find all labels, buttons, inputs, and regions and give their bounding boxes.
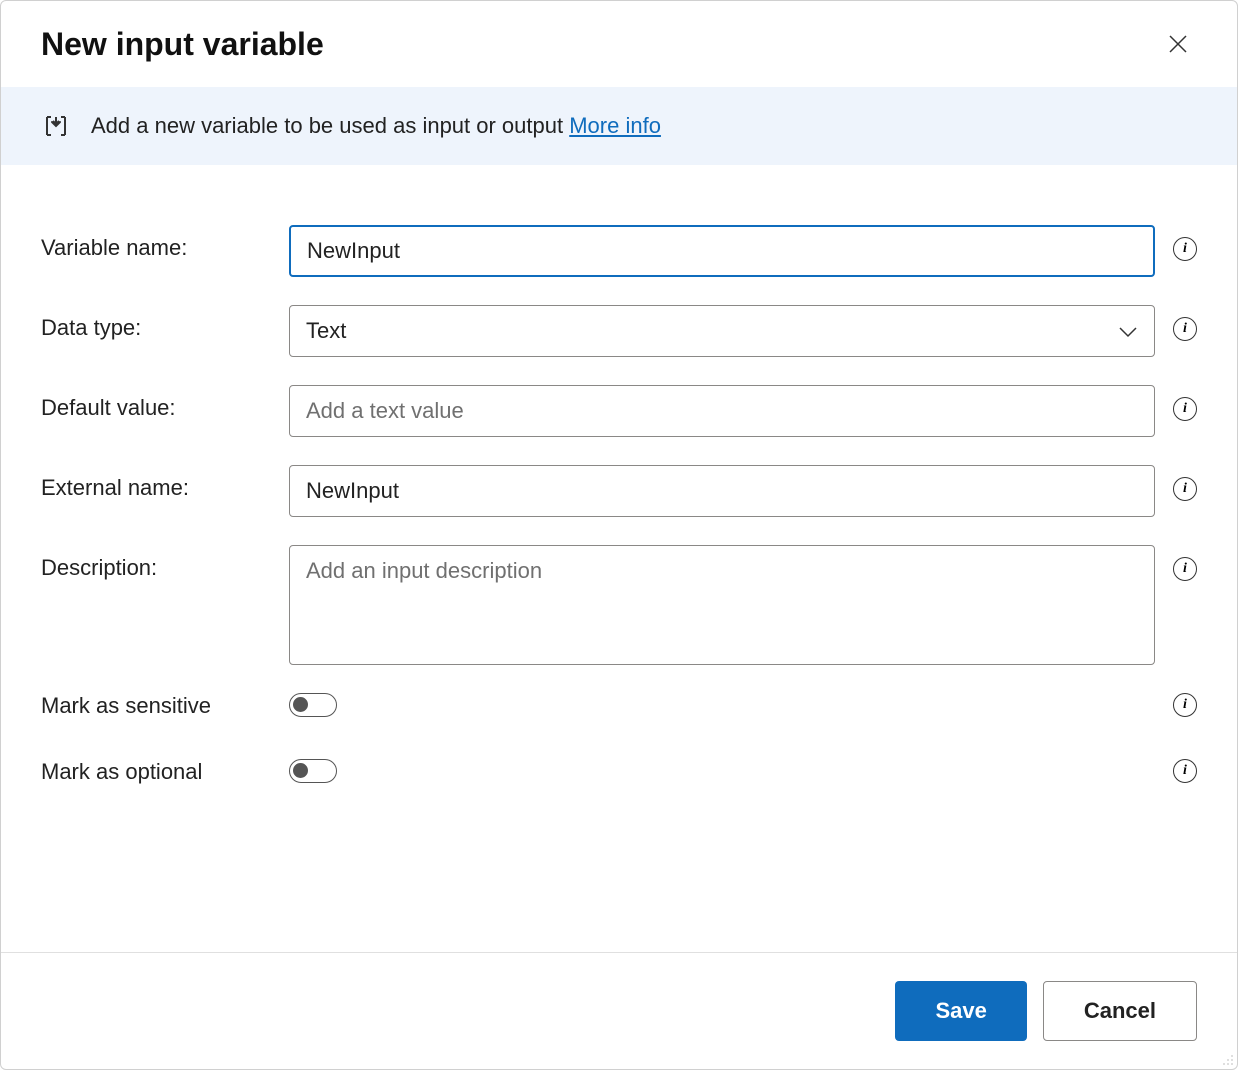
info-banner: Add a new variable to be used as input o… [1, 87, 1237, 165]
label-mark-sensitive: Mark as sensitive [41, 693, 271, 719]
row-default-value: Default value: i [41, 385, 1197, 437]
row-variable-name: Variable name: i [41, 225, 1197, 277]
info-icon[interactable]: i [1173, 557, 1197, 581]
banner-text-content: Add a new variable to be used as input o… [91, 113, 569, 138]
label-external-name: External name: [41, 465, 271, 501]
row-external-name: External name: i [41, 465, 1197, 517]
variable-name-input[interactable] [289, 225, 1155, 277]
label-data-type: Data type: [41, 305, 271, 341]
input-variable-icon [41, 111, 71, 141]
save-button[interactable]: Save [895, 981, 1026, 1041]
label-mark-optional: Mark as optional [41, 759, 271, 785]
label-variable-name: Variable name: [41, 225, 271, 261]
info-icon[interactable]: i [1173, 759, 1197, 783]
row-mark-sensitive: Mark as sensitive i [41, 693, 1197, 719]
label-default-value: Default value: [41, 385, 271, 421]
dialog-header: New input variable [1, 1, 1237, 87]
label-description: Description: [41, 545, 271, 581]
row-description: Description: i [41, 545, 1197, 665]
banner-text: Add a new variable to be used as input o… [91, 113, 661, 139]
toggle-thumb [293, 697, 308, 712]
info-icon[interactable]: i [1173, 693, 1197, 717]
info-icon[interactable]: i [1173, 317, 1197, 341]
info-icon[interactable]: i [1173, 397, 1197, 421]
external-name-input[interactable] [289, 465, 1155, 517]
cancel-button[interactable]: Cancel [1043, 981, 1197, 1041]
close-button[interactable] [1159, 25, 1197, 63]
resize-grip-icon[interactable] [1218, 1050, 1234, 1066]
close-icon [1167, 33, 1189, 55]
info-icon[interactable]: i [1173, 477, 1197, 501]
description-textarea[interactable] [289, 545, 1155, 665]
more-info-link[interactable]: More info [569, 113, 661, 138]
default-value-input[interactable] [289, 385, 1155, 437]
mark-optional-toggle[interactable] [289, 759, 337, 783]
dialog-title: New input variable [41, 26, 324, 63]
toggle-thumb [293, 763, 308, 778]
chevron-down-icon [1118, 318, 1138, 344]
info-icon[interactable]: i [1173, 237, 1197, 261]
row-data-type: Data type: Text i [41, 305, 1197, 357]
mark-sensitive-toggle[interactable] [289, 693, 337, 717]
data-type-select[interactable]: Text [289, 305, 1155, 357]
form-body: Variable name: i Data type: Text i Defau… [1, 165, 1237, 952]
data-type-value: Text [306, 318, 346, 344]
dialog-footer: Save Cancel [1, 952, 1237, 1069]
row-mark-optional: Mark as optional i [41, 759, 1197, 785]
